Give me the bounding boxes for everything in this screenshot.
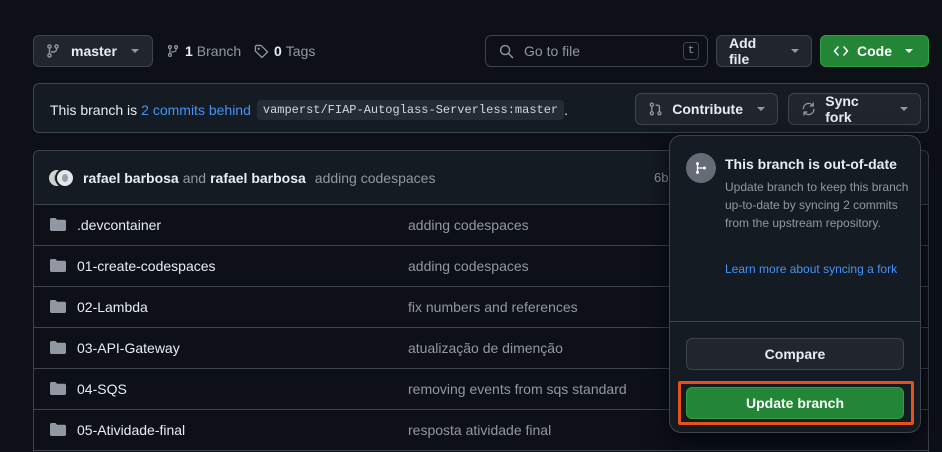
chevron-down-icon	[900, 107, 908, 111]
tag-count-label: Tags	[285, 43, 316, 59]
commit-sha-link[interactable]: 6b	[654, 170, 668, 185]
search-icon	[499, 44, 514, 58]
git-branch-status-icon	[686, 153, 716, 183]
chevron-down-icon	[130, 49, 139, 53]
tags-link[interactable]: 0 Tags	[254, 35, 315, 67]
upstream-branch-ref: vamperst/FIAP-Autoglass-Serverless:maste…	[256, 100, 565, 120]
file-commit-message-link[interactable]: adding codespaces	[408, 217, 529, 233]
divider	[670, 321, 920, 322]
file-commit-message-link[interactable]: removing events from sqs standard	[408, 381, 627, 397]
file-commit-message-link[interactable]: fix numbers and references	[408, 299, 578, 315]
commit-author-link[interactable]: rafael barbosa	[83, 170, 179, 186]
git-branch-icon	[167, 45, 179, 57]
commit-message-link[interactable]: adding codespaces	[315, 170, 436, 186]
contribute-label: Contribute	[672, 101, 743, 117]
folder-icon	[50, 218, 66, 231]
file-name-link[interactable]: 03-API-Gateway	[77, 340, 180, 356]
tag-icon	[254, 44, 269, 58]
update-branch-button[interactable]: Update branch	[686, 387, 904, 419]
sync-icon	[802, 102, 815, 116]
branch-count-label: Branch	[196, 43, 242, 59]
popover-description: Update branch to keep this branch up-to-…	[725, 180, 909, 230]
add-file-button[interactable]: Add file	[716, 35, 812, 67]
go-to-file-input[interactable]	[524, 43, 674, 59]
folder-icon	[50, 300, 66, 313]
tag-count: 0	[274, 43, 282, 59]
commits-behind-link[interactable]: 2 commits behind	[141, 102, 251, 118]
pull-request-icon	[649, 102, 662, 116]
learn-more-link[interactable]: Learn more about syncing a fork	[725, 260, 910, 278]
add-file-label: Add file	[729, 35, 757, 67]
file-name-link[interactable]: .devcontainer	[77, 217, 161, 233]
file-commit-message-link[interactable]: adding codespaces	[408, 258, 529, 274]
chevron-down-icon	[757, 107, 765, 111]
code-label: Code	[857, 43, 892, 59]
folder-icon	[50, 382, 66, 395]
popover-title: This branch is out-of-date	[725, 156, 897, 172]
sync-fork-button[interactable]: Sync fork	[788, 93, 921, 125]
file-name-link[interactable]: 02-Lambda	[77, 299, 148, 315]
file-commit-message-link[interactable]: atualização de dimenção	[408, 340, 563, 356]
branch-count: 1	[185, 43, 193, 59]
commit-coauthor-link[interactable]: rafael barbosa	[210, 170, 306, 186]
sync-fork-label: Sync fork	[825, 93, 859, 125]
folder-icon	[50, 259, 66, 272]
code-icon	[833, 46, 849, 56]
file-commit-message-link[interactable]: resposta atividade final	[408, 422, 551, 438]
contribute-button[interactable]: Contribute	[635, 93, 778, 125]
folder-icon	[50, 341, 66, 354]
chevron-down-icon	[905, 49, 913, 53]
commit-and-text: and	[182, 169, 207, 186]
chevron-down-icon	[791, 49, 799, 53]
branch-name: master	[71, 43, 117, 59]
branch-status-text: This branch is 2 commits behind vamperst…	[50, 100, 568, 120]
file-name-link[interactable]: 01-create-codespaces	[77, 258, 216, 274]
compare-label: Compare	[764, 346, 826, 362]
sync-fork-popover: This branch is out-of-date Update branch…	[669, 135, 921, 433]
avatar-group[interactable]	[47, 167, 77, 188]
go-to-file-search[interactable]: t	[485, 35, 708, 67]
update-branch-label: Update branch	[745, 395, 844, 411]
branch-status-prefix: This branch is	[50, 102, 138, 118]
folder-icon	[50, 423, 66, 436]
branches-link[interactable]: 1 Branch	[166, 35, 241, 67]
branch-status-bar: This branch is 2 commits behind vamperst…	[33, 83, 929, 133]
code-button[interactable]: Code	[820, 35, 929, 67]
file-name-link[interactable]: 05-Atividade-final	[77, 422, 185, 438]
git-branch-icon	[47, 44, 59, 58]
branch-status-suffix: .	[564, 102, 569, 118]
keyboard-shortcut-hint: t	[683, 42, 699, 60]
compare-button[interactable]: Compare	[686, 338, 904, 370]
avatar	[55, 167, 75, 188]
branch-select-button[interactable]: master	[33, 35, 153, 67]
file-name-link[interactable]: 04-SQS	[77, 381, 127, 397]
